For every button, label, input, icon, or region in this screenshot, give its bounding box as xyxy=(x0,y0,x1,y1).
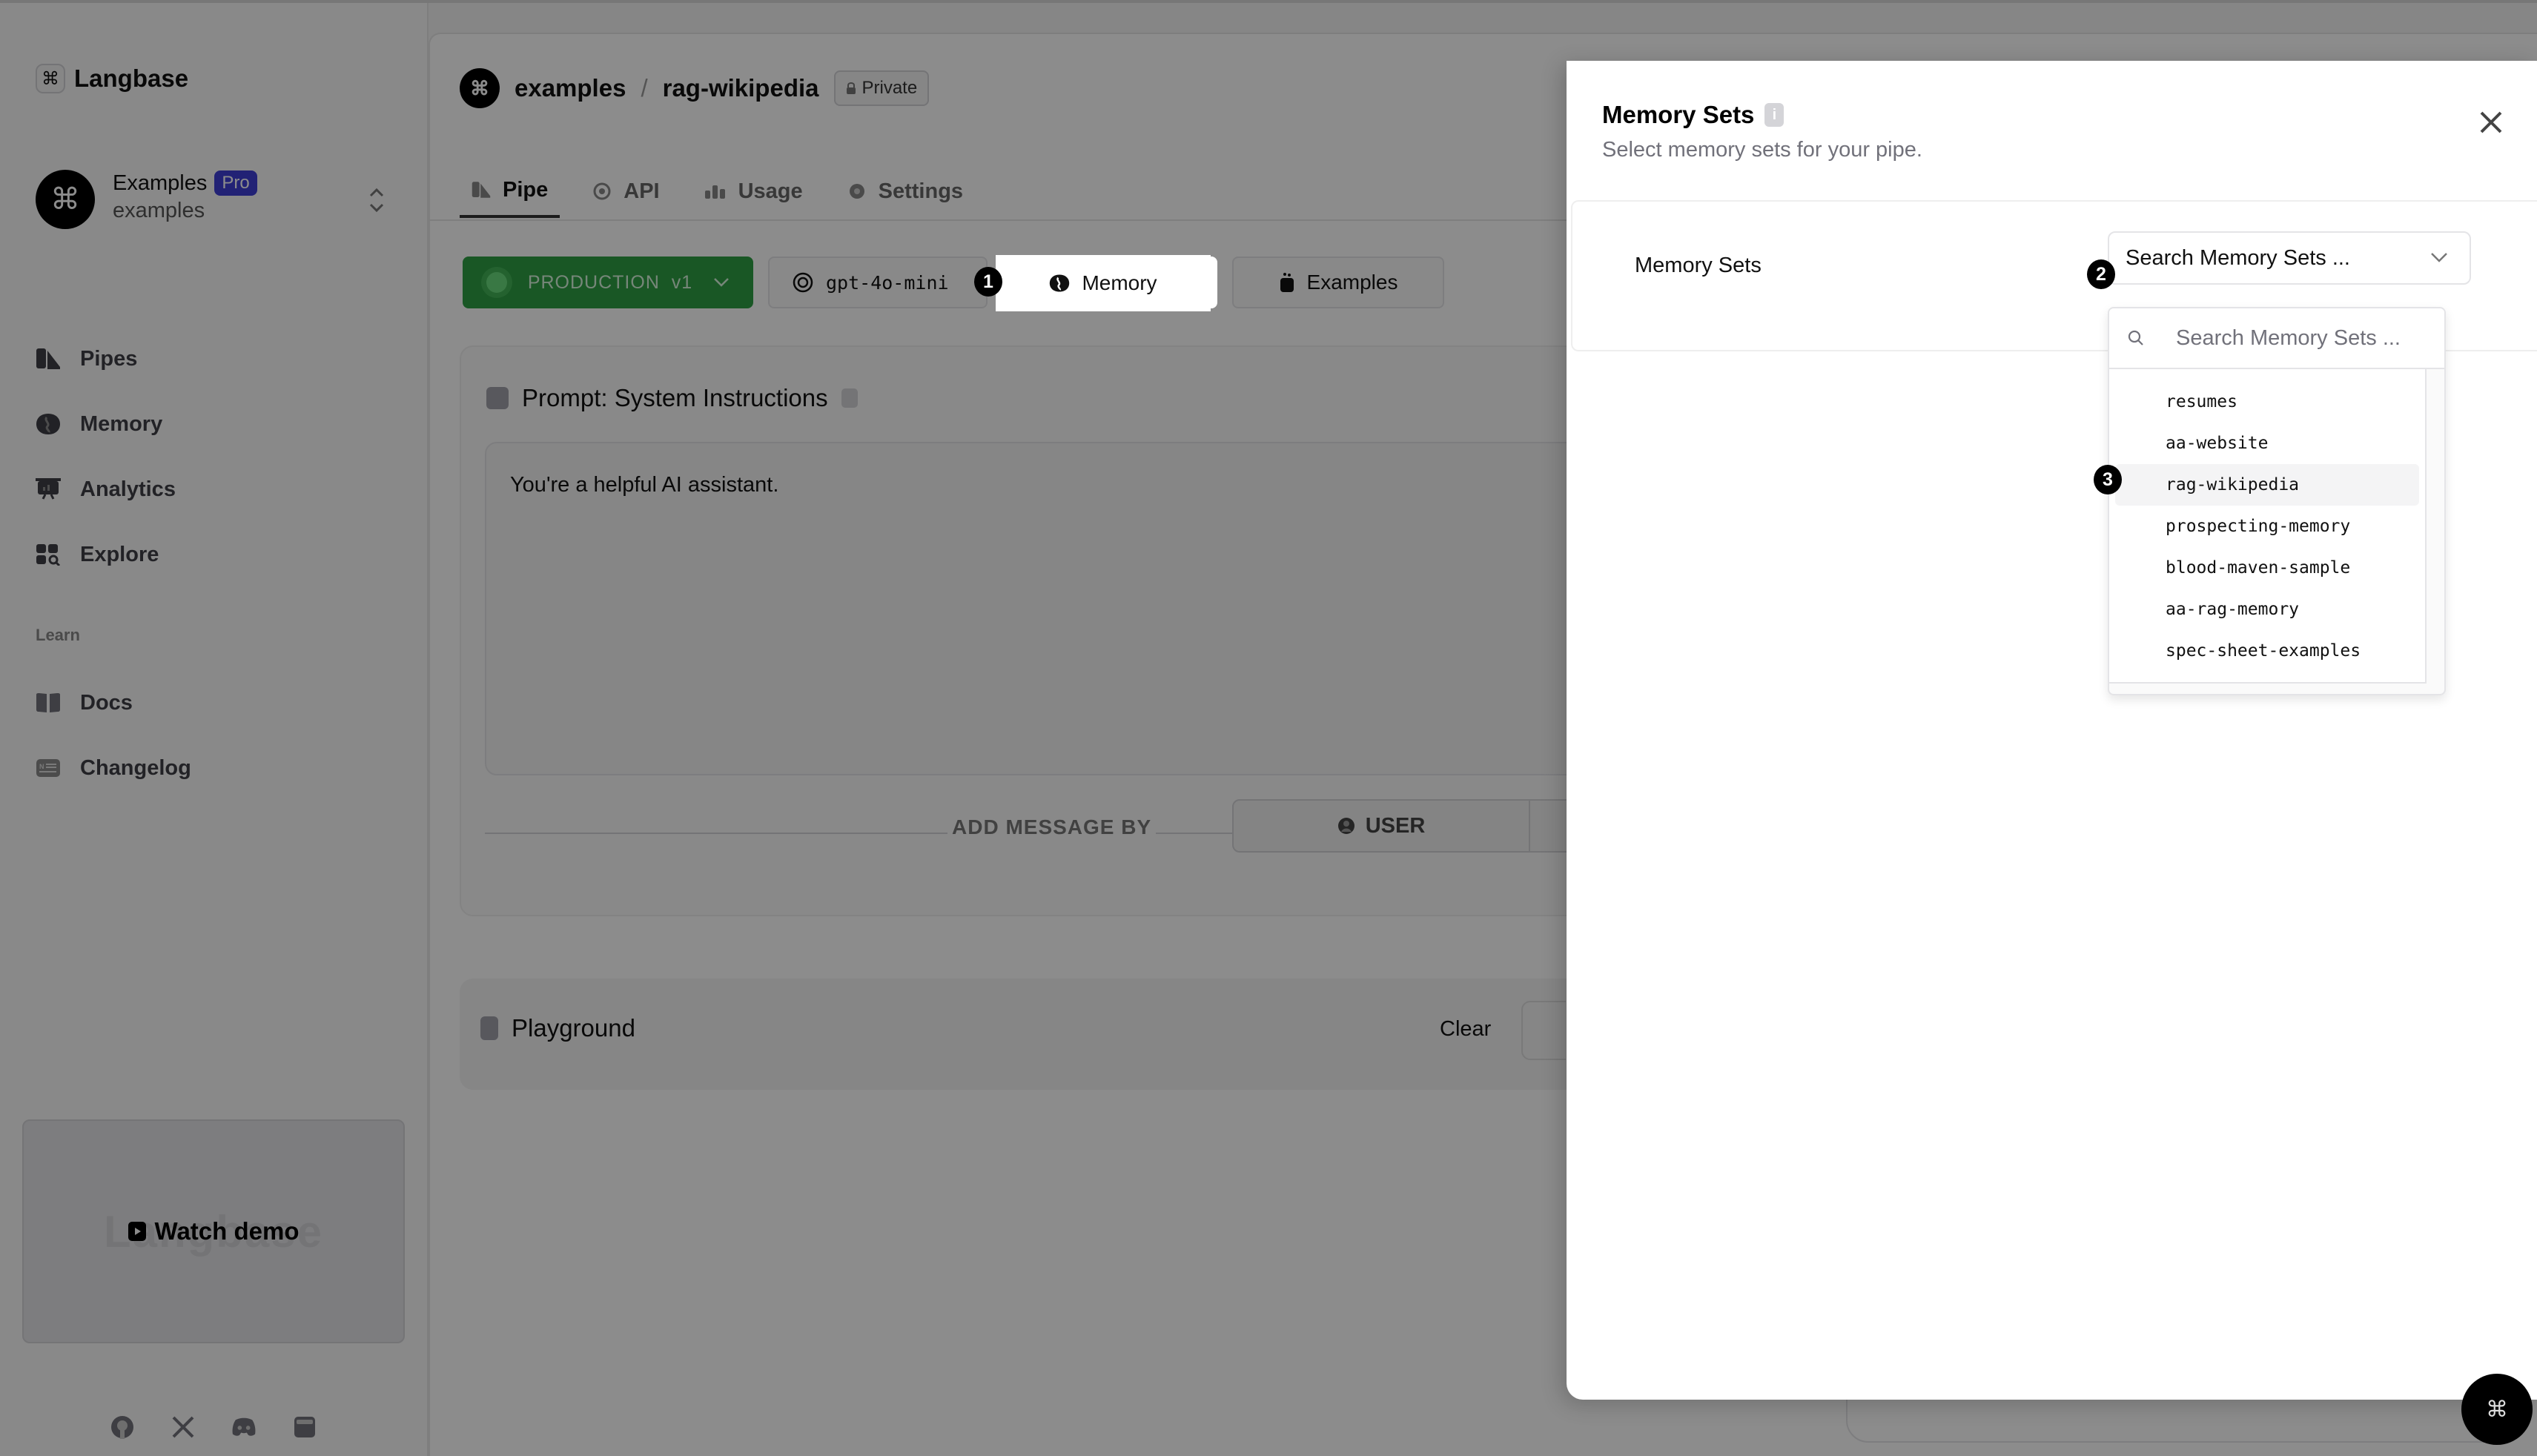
window-top-border xyxy=(0,0,2537,3)
close-icon[interactable] xyxy=(2472,104,2510,141)
command-menu-button[interactable]: ⌘ xyxy=(2461,1374,2533,1445)
memory-sets-combobox[interactable]: Search Memory Sets ... xyxy=(2108,231,2471,285)
memory-set-option[interactable]: resumes xyxy=(2115,381,2419,423)
memory-icon xyxy=(1049,273,1070,294)
memory-set-option[interactable]: prospecting-memory xyxy=(2115,506,2419,547)
command-icon: ⌘ xyxy=(2486,1397,2508,1422)
memory-set-option-highlighted[interactable]: rag-wikipedia xyxy=(2115,464,2419,506)
search-icon xyxy=(2127,329,2145,347)
info-icon[interactable]: i xyxy=(1764,103,1784,127)
memory-set-option[interactable]: aa-website xyxy=(2115,423,2419,464)
step-marker-1: 1 xyxy=(974,267,1002,297)
memory-button-highlighted[interactable]: Memory xyxy=(996,255,1211,311)
memory-sets-dropdown: resumes aa-website rag-wikipedia prospec… xyxy=(2108,307,2446,695)
memory-label: Memory xyxy=(1082,271,1157,294)
memory-sets-drawer: Memory Sets i Select memory sets for you… xyxy=(1567,61,2537,1400)
step-marker-2: 2 xyxy=(2087,259,2115,289)
memory-set-option[interactable]: blood-maven-sample xyxy=(2115,547,2419,589)
chevron-down-icon xyxy=(2428,246,2450,268)
combobox-placeholder: Search Memory Sets ... xyxy=(2126,245,2350,270)
memory-set-option[interactable]: aa-rag-memory xyxy=(2115,589,2419,630)
drawer-subtitle: Select memory sets for your pipe. xyxy=(1602,138,1922,162)
memory-sets-label: Memory Sets xyxy=(1635,254,1762,277)
memory-set-option[interactable]: spec-sheet-examples xyxy=(2115,630,2419,672)
memory-sets-options: resumes aa-website rag-wikipedia prospec… xyxy=(2109,369,2427,684)
memory-sets-search-input[interactable] xyxy=(2176,325,2428,351)
dropdown-search xyxy=(2109,308,2444,369)
drawer-title: Memory Sets xyxy=(1602,101,1755,128)
step-marker-3: 3 xyxy=(2094,465,2122,494)
